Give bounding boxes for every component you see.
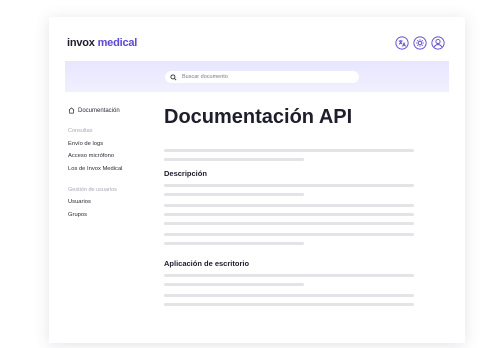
text-placeholder-line — [164, 193, 304, 196]
text-placeholder-line — [164, 294, 414, 297]
section-heading-aplicacion-de-escritorio: Aplicación de escritorio — [164, 259, 250, 268]
text-placeholder-line — [164, 158, 304, 161]
text-placeholder-line — [164, 149, 414, 152]
sidebar-group-title: Consultas — [68, 128, 93, 134]
sidebar-item-envio-de-logs[interactable]: Envío de logs — [68, 141, 158, 149]
text-placeholder-line — [164, 204, 414, 207]
page-title: Documentación API — [164, 106, 353, 128]
header-actions — [395, 36, 445, 50]
search-box[interactable] — [165, 71, 359, 83]
text-placeholder-line — [164, 242, 304, 245]
text-placeholder-line — [164, 283, 304, 286]
text-placeholder-line — [164, 303, 414, 306]
search-icon — [170, 73, 177, 80]
home-icon — [68, 107, 75, 114]
section-heading-descripcion: Descripción — [164, 169, 207, 178]
top-bar: invox medical — [49, 17, 465, 61]
text-placeholder-line — [164, 213, 414, 216]
search-input[interactable] — [177, 72, 352, 82]
sidebar-item-documentacion[interactable]: Documentación — [68, 106, 158, 115]
brand-logo-part-invox: invox — [67, 37, 95, 49]
text-placeholder-line — [164, 274, 414, 277]
sidebar-item-acceso-microfono[interactable]: Acceso micrófono — [68, 153, 158, 161]
text-placeholder-line — [164, 222, 414, 225]
brand-logo[interactable]: invox medical — [67, 37, 137, 49]
account-icon[interactable] — [431, 36, 445, 50]
sidebar-item-los-de-invox-medical[interactable]: Los de Invox Medical — [68, 166, 158, 174]
text-placeholder-line — [164, 233, 414, 236]
sidebar-item-grupos[interactable]: Grupos — [68, 212, 158, 220]
main-content: Documentación API Descripción Aplicación… — [164, 104, 414, 306]
sidebar-group-title: Gestión de usuarios — [68, 186, 117, 193]
translate-icon[interactable] — [395, 36, 409, 50]
brand-logo-part-medical: medical — [97, 37, 138, 49]
search-bar-area — [65, 61, 449, 92]
sidebar-item-usuarios[interactable]: Usuarios — [68, 199, 158, 207]
sidebar-item-label: Documentación — [78, 107, 120, 114]
theme-icon[interactable] — [413, 36, 427, 50]
app-window: invox medical Buscar documento Documenta… — [49, 17, 465, 343]
sidebar: Documentación Consultas Envío de logs Ac… — [68, 106, 158, 220]
text-placeholder-line — [164, 184, 414, 187]
